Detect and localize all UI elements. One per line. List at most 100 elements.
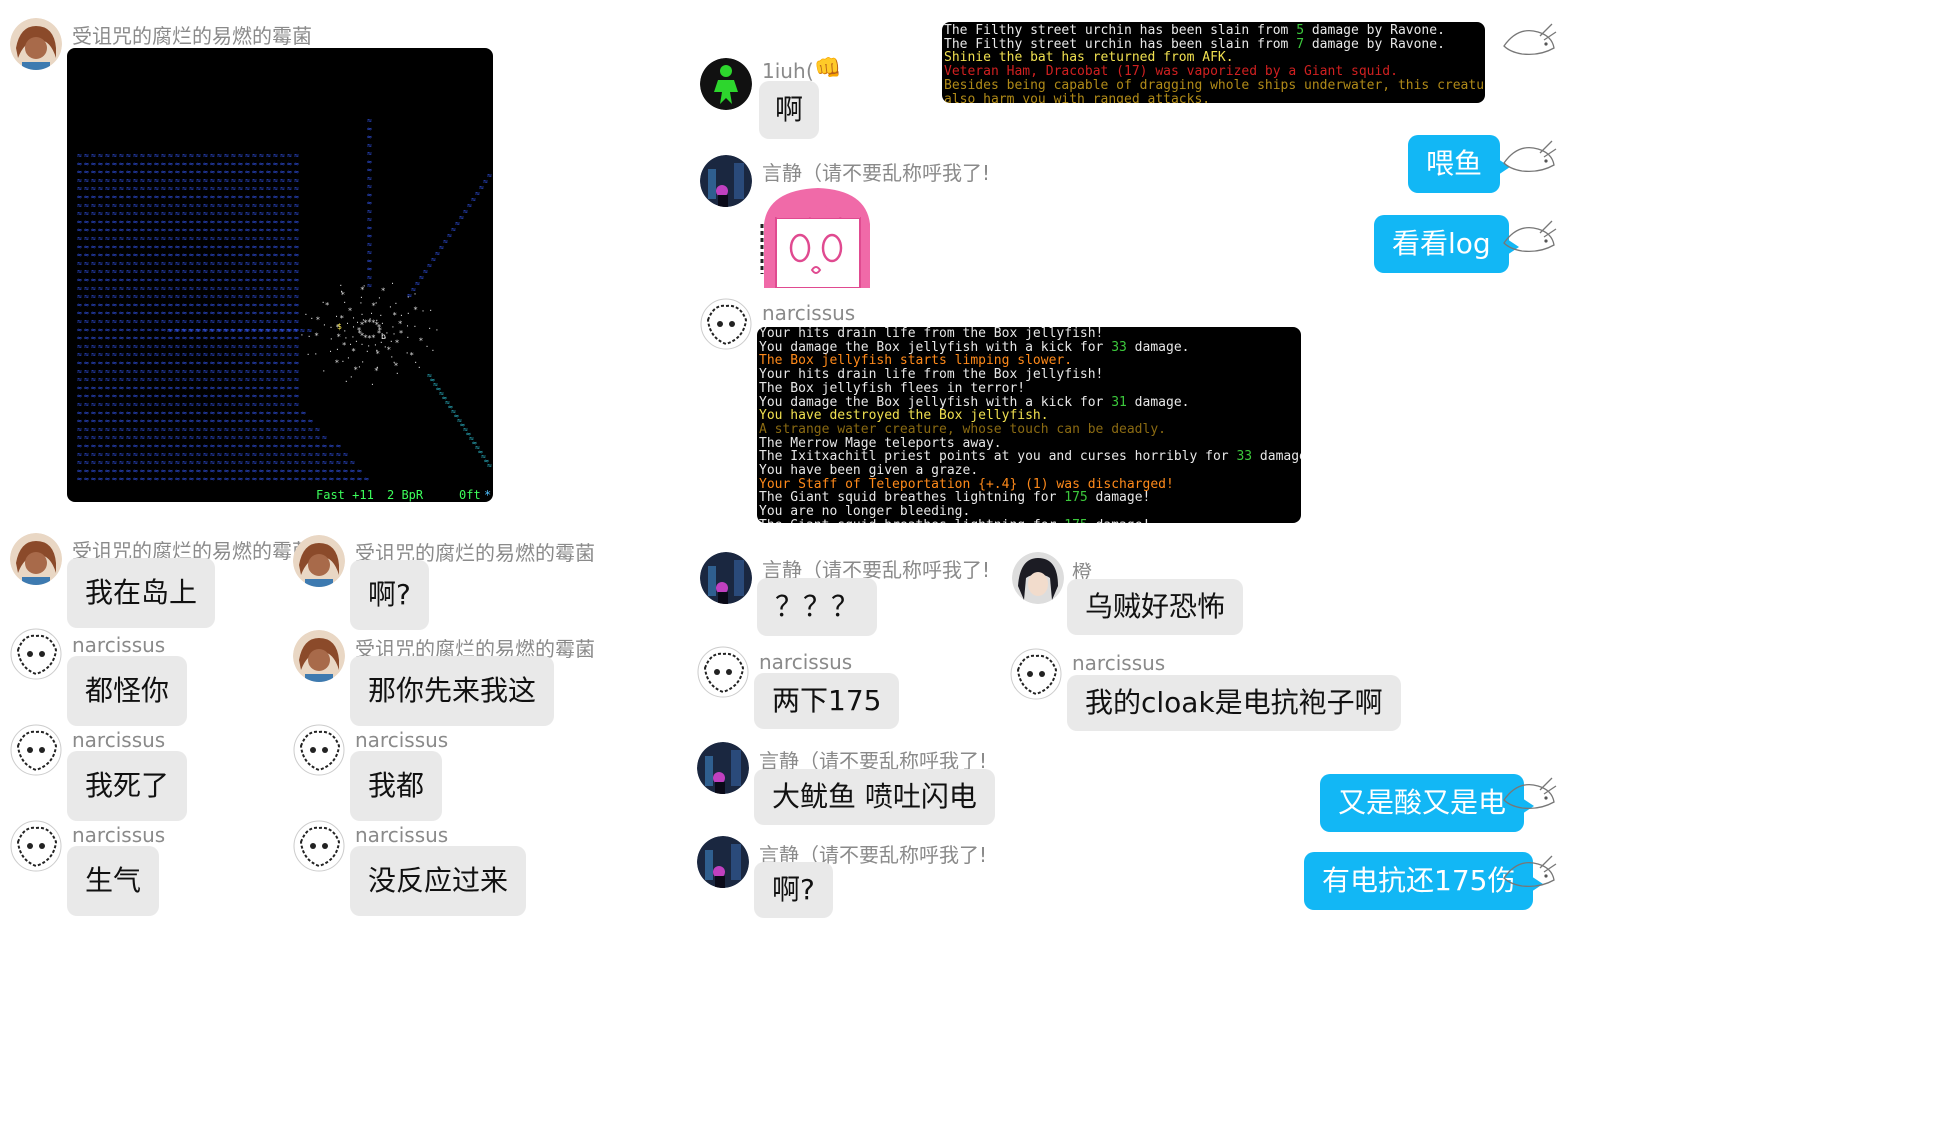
island-tile: * <box>314 331 319 340</box>
island-tile: . <box>313 347 318 356</box>
avatar-narcissus[interactable] <box>697 646 749 698</box>
water-tile: ≈ <box>77 475 82 484</box>
water-tile: ≈ <box>252 475 257 484</box>
fist-emoji-icon: 👊 <box>814 56 842 81</box>
message-bubble[interactable]: 啊 <box>759 81 820 139</box>
top-log-screenshot[interactable]: The Filthy street urchin has been slain … <box>942 22 1485 103</box>
message-bubble[interactable]: 啊? <box>754 862 833 918</box>
log-text: The Giant squid breathes lightning for <box>759 518 1064 523</box>
message-bubble[interactable]: 生气 <box>67 846 160 916</box>
island-tile: * <box>398 320 403 329</box>
avatar-yanjing[interactable] <box>697 742 749 794</box>
fish-sketch-icon <box>1503 140 1557 173</box>
self-message-bubble[interactable]: 喂鱼 <box>1408 135 1511 193</box>
water-tile: ≈ <box>196 475 201 484</box>
status-depth: 0ft <box>459 488 481 502</box>
channel-tile: ≈ <box>209 326 214 335</box>
avatar-yanjing[interactable] <box>697 836 749 888</box>
self-message-bubble[interactable]: 又是酸又是电 <box>1320 774 1535 832</box>
log-line: The Merrow Mage teleports away. <box>757 436 1301 451</box>
water-tile: ≈ <box>161 475 166 484</box>
water-tile: ≈ <box>168 475 173 484</box>
avatar-narcissus[interactable] <box>10 724 62 776</box>
island-tile: . <box>329 332 334 341</box>
avatar-liuh-icon <box>700 58 752 110</box>
message-bubble[interactable]: 我在岛上 <box>67 558 216 628</box>
avatar-narcissus[interactable] <box>293 820 345 872</box>
self-avatar-sketch-icon[interactable] <box>1500 18 1558 62</box>
avatar-yanjing[interactable] <box>700 552 752 604</box>
log-line: The Giant squid breathes lightning for 1… <box>757 491 1301 505</box>
avatar-fungus[interactable] <box>293 630 345 682</box>
log-line: A strange water creature, whose touch ca… <box>757 423 1301 437</box>
fish-sketch-icon <box>1503 855 1557 888</box>
island-tile: . <box>328 345 333 354</box>
sender-name: 受诅咒的腐烂的易燃的霉菌 <box>72 24 312 48</box>
avatar-fungus-icon <box>293 630 345 682</box>
avatar-narcissus[interactable] <box>1010 648 1062 700</box>
message-bubble[interactable]: 我死了 <box>67 751 188 821</box>
channel-tile: ≈ <box>244 326 249 335</box>
avatar-cheng[interactable] <box>1012 552 1064 604</box>
water-tile: ≈ <box>259 475 264 484</box>
message-bubble[interactable]: 都怪你 <box>67 656 188 726</box>
island-tile: . <box>390 277 395 286</box>
avatar-fungus[interactable] <box>293 535 345 587</box>
island-tile: . <box>329 321 334 330</box>
island-tile: * <box>342 341 347 350</box>
self-avatar-sketch-icon[interactable] <box>1500 135 1558 179</box>
message-bubble[interactable]: 我的cloak是电抗袍子啊 <box>1067 675 1401 731</box>
message-bubble[interactable]: 两下175 <box>754 673 900 729</box>
avatar-narcissus[interactable] <box>10 628 62 680</box>
avatar-fungus[interactable] <box>10 18 62 70</box>
log-line: Your hits drain life from the Box jellyf… <box>757 327 1301 341</box>
log-text: also harm you with ranged attacks. <box>944 91 1211 103</box>
log-line: The Box jellyfish flees in terror! <box>757 381 1301 396</box>
water-tile: ≈ <box>231 475 236 484</box>
message-bubble[interactable]: 大鱿鱼 喷吐闪电 <box>754 769 995 825</box>
island-tile: . <box>392 328 397 337</box>
avatar-yanjing[interactable] <box>700 155 752 207</box>
battle-log-screenshot[interactable]: Your hits drain life from the Box jellyf… <box>757 327 1301 523</box>
avatar-fungus[interactable] <box>10 533 62 585</box>
game-screenshot[interactable]: ≈ ≈ ≈ ≈ ≈ ≈ ≈ ≈ ≈ ≈ ≈ ≈ ≈ ≈ ≈ ≈ ≈ ≈ ≈ ≈ ≈ ≈ ≈ ≈ ≈ ≈ ≈ ≈ ≈ ≈ ≈ ≈ ≈ ≈ ≈ ≈ ≈ ≈ ≈ ≈… <box>67 48 493 502</box>
message-bubble[interactable]: ？？？ <box>757 578 878 636</box>
self-avatar-sketch-icon[interactable] <box>1500 850 1558 894</box>
message-bubble[interactable]: 我都 <box>350 751 443 821</box>
island-tile: . <box>421 305 426 314</box>
sender-name: narcissus <box>72 728 166 752</box>
water-tile: ≈ <box>364 475 369 484</box>
water-tile: ≈ <box>84 475 89 484</box>
avatar-narcissus[interactable] <box>700 298 752 350</box>
avatar-liuh[interactable] <box>700 58 752 110</box>
water-tile: ≈ <box>224 475 229 484</box>
island-tile: . <box>359 291 364 300</box>
avatar-narcissus-icon <box>10 724 62 776</box>
channel-tile: ≈ <box>300 326 305 335</box>
avatar-narcissus-icon <box>293 820 345 872</box>
sticker-image[interactable] <box>758 184 876 288</box>
avatar-narcissus[interactable] <box>10 820 62 872</box>
channel-tile: ≈ <box>202 326 207 335</box>
message-bubble[interactable]: 没反应过来 <box>350 846 527 916</box>
water-tile: ≈ <box>266 475 271 484</box>
island-tile: . <box>412 320 417 329</box>
message-bubble[interactable]: 那你先来我这 <box>350 656 555 726</box>
self-avatar-sketch-icon[interactable] <box>1500 215 1558 259</box>
water-tile: ≈ <box>245 475 250 484</box>
island-tile: . <box>335 343 340 352</box>
channel-tile: ≈ <box>265 326 270 335</box>
self-avatar-sketch-icon[interactable] <box>1500 772 1558 816</box>
island-tile: . <box>428 304 433 313</box>
message-bubble[interactable]: 啊? <box>350 560 429 630</box>
island-tile: . <box>321 296 326 305</box>
self-message-bubble[interactable]: 看看log <box>1374 215 1519 273</box>
avatar-narcissus-icon <box>1010 648 1062 700</box>
avatar-narcissus[interactable] <box>293 724 345 776</box>
water-tile: ≈ <box>336 475 341 484</box>
message-bubble[interactable]: 乌贼好恐怖 <box>1067 579 1244 635</box>
sender-name: narcissus <box>355 823 449 847</box>
avatar-narcissus-icon <box>697 646 749 698</box>
island-tile: . <box>322 318 327 327</box>
island-tile: * <box>316 315 321 324</box>
